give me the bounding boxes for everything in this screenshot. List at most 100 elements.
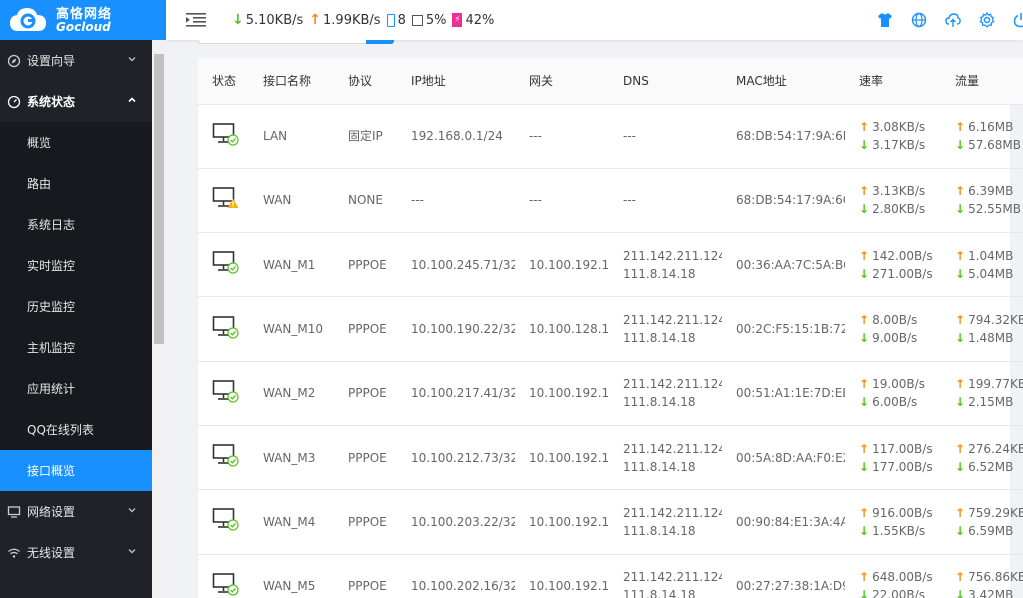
pc-connected-icon xyxy=(212,251,240,277)
traffic-down: 6.59MB xyxy=(968,523,1014,538)
power-icon[interactable] xyxy=(1013,12,1023,28)
sidebar-group-wireless-settings[interactable]: 无线设置 xyxy=(0,532,152,573)
arrow-up-icon: ↑ xyxy=(955,184,966,199)
dns-cell: 211.142.211.124 111.8.14.18 xyxy=(609,232,722,298)
column-header: 速率 xyxy=(845,58,941,105)
sidebar-item-label: 系统日志 xyxy=(27,218,76,232)
rate-up: 648.00B/s xyxy=(872,570,933,585)
sidebar-group-network-settings[interactable]: 网络设置 xyxy=(0,491,152,532)
rate-up: 19.00B/s xyxy=(872,377,925,392)
traffic-down: 5.04MB xyxy=(968,266,1014,281)
gateway-cell: 10.100.192.1 xyxy=(515,489,609,555)
gear-icon[interactable] xyxy=(979,12,995,28)
protocol-cell: PPPOE xyxy=(334,489,397,555)
arrow-down-icon: ↓ xyxy=(859,523,870,538)
memory-stat: ⚡ 42% xyxy=(452,13,494,28)
sidebar-item-qq-online[interactable]: QQ在线列表 xyxy=(0,409,152,450)
sidebar-item-app-stats[interactable]: 应用统计 xyxy=(0,368,152,409)
arrow-down-icon: ↓ xyxy=(955,459,966,474)
rate-down: 2.80KB/s xyxy=(872,202,926,217)
table-header-row: 状态 接口名称 协议 IP地址 网关 DNS MAC地址 速率 流量 xyxy=(198,58,1023,105)
traffic-cell: ↑ 6.39MB ↓ 52.55MB xyxy=(941,168,1023,234)
globe-icon[interactable] xyxy=(911,12,927,28)
traffic-up: 6.16MB xyxy=(968,120,1014,135)
sidebar-item-system-log[interactable]: 系统日志 xyxy=(0,204,152,245)
table-row: WAN NONE --- --- --- 68:DB:54:17:9A:6C ↑ 3.13KB… xyxy=(198,168,1023,234)
arrow-down-icon: ↓ xyxy=(859,395,870,410)
dns-cell: 211.142.211.124 111.8.14.18 xyxy=(609,361,722,426)
sidebar-group-label: 无线设置 xyxy=(27,546,76,560)
wifi-icon xyxy=(8,548,20,558)
monitor-icon xyxy=(7,505,21,518)
menu-fold-icon[interactable] xyxy=(186,12,206,28)
cloud-upload-icon[interactable] xyxy=(945,12,961,28)
sidebar-group-label: 设置向导 xyxy=(27,54,76,68)
dns-primary: 211.142.211.124 xyxy=(623,313,722,328)
interface-name-cell: LAN xyxy=(249,104,334,169)
rate-up: 3.13KB/s xyxy=(872,184,926,199)
sidebar-item-realtime-monitor[interactable]: 实时监控 xyxy=(0,245,152,286)
sidebar-group-system-status[interactable]: 系统状态 xyxy=(0,81,152,122)
search-input[interactable] xyxy=(198,40,394,44)
status-cell xyxy=(198,232,249,298)
column-header: 网关 xyxy=(515,58,609,105)
sidebar-scrollbar-thumb[interactable] xyxy=(154,54,164,344)
rate-cell: ↑ 648.00B/s ↓ 22.00B/s xyxy=(845,554,941,598)
dns-primary: 211.142.211.124 xyxy=(623,248,722,263)
ip-cell: 192.168.0.1/24 xyxy=(397,104,515,169)
interface-name-cell: WAN_M5 xyxy=(249,554,334,598)
pc-connected-icon xyxy=(212,572,240,598)
arrow-down-icon: ↓ xyxy=(955,395,966,410)
pc-warning-icon xyxy=(212,187,240,213)
sidebar-item-host-monitor[interactable]: 主机监控 xyxy=(0,327,152,368)
rate-down: 6.00B/s xyxy=(872,395,918,410)
protocol-cell: PPPOE xyxy=(334,554,397,598)
upload-speed-stat: ↑ 1.99KB/s xyxy=(309,12,380,28)
sidebar-scrollbar[interactable] xyxy=(152,40,166,598)
sidebar-item-history-monitor[interactable]: 历史监控 xyxy=(0,286,152,327)
arrow-up-icon: ↑ xyxy=(859,248,870,263)
rate-down: 22.00B/s xyxy=(872,588,925,598)
table-row: LAN 固定IP 192.168.0.1/24 --- --- 68:DB:54:17:9… xyxy=(198,104,1023,169)
status-cell xyxy=(198,168,249,234)
arrow-down-icon: ↓ xyxy=(859,266,870,281)
arrow-down-icon: ↓ xyxy=(955,138,966,153)
sidebar-item-label: 应用统计 xyxy=(27,382,76,396)
protocol-cell: PPPOE xyxy=(334,361,397,426)
shirt-icon[interactable] xyxy=(877,12,893,28)
traffic-cell: ↑ 199.77KB ↓ 2.15MB xyxy=(941,361,1023,426)
dns-cell: --- xyxy=(609,168,722,234)
table-row: WAN_M5 PPPOE 10.100.202.16/32 10.100.192.1 2… xyxy=(198,554,1023,598)
sidebar-group-setup-wizard[interactable]: 设置向导 xyxy=(0,40,152,81)
arrow-up-icon: ↑ xyxy=(859,441,870,456)
search-button[interactable] xyxy=(366,40,394,44)
interface-name-cell: WAN_M3 xyxy=(249,425,334,491)
sidebar-item-routes[interactable]: 路由 xyxy=(0,163,152,204)
column-header: MAC地址 xyxy=(722,58,845,105)
dns-secondary: 111.8.14.18 xyxy=(623,523,696,538)
pc-connected-icon xyxy=(212,122,240,149)
arrow-up-icon: ↑ xyxy=(309,12,322,28)
sidebar-item-interface-overview[interactable]: 接口概览 xyxy=(0,450,152,491)
interface-name-cell: WAN xyxy=(249,168,334,234)
column-header: IP地址 xyxy=(397,58,515,105)
chevron-down-icon xyxy=(128,549,136,554)
memory-value: 42% xyxy=(465,12,495,28)
column-header: DNS xyxy=(609,58,722,105)
ip-cell: 10.100.203.22/32 xyxy=(397,489,515,555)
arrow-down-icon: ↓ xyxy=(859,138,870,153)
traffic-down: 3.42MB xyxy=(968,588,1014,598)
devices-stat: 8 xyxy=(386,13,406,28)
dns-primary: 211.142.211.124 xyxy=(623,505,722,520)
rate-cell: ↑ 8.00B/s ↓ 9.00B/s xyxy=(845,296,941,362)
sidebar-item-overview[interactable]: 概览 xyxy=(0,122,152,163)
mac-cell: 68:DB:54:17:9A:6C xyxy=(722,168,845,234)
sidebar-item-label: 概览 xyxy=(27,136,52,150)
chevron-up-icon xyxy=(128,97,136,103)
mac-cell: 00:5A:8D:AA:F0:E2 xyxy=(722,425,845,491)
traffic-down: 57.68MB xyxy=(968,138,1022,153)
rate-down: 177.00B/s xyxy=(872,459,933,474)
arrow-down-icon: ↓ xyxy=(955,202,966,217)
status-cell xyxy=(198,104,249,169)
brand-name-cn: 高恪网络 xyxy=(56,6,113,22)
